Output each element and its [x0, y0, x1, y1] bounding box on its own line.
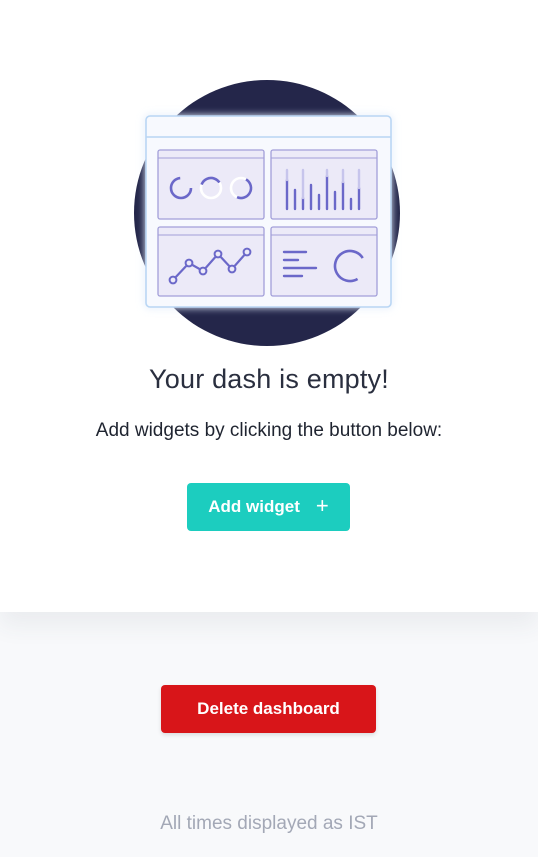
- bar-chart-widget-icon: [270, 149, 378, 220]
- empty-state-title: Your dash is empty!: [149, 364, 389, 394]
- empty-dashboard-card: Your dash is empty! Add widgets by click…: [0, 0, 538, 612]
- list-gauge-widget-icon: [270, 226, 378, 297]
- donut-widget-icon: [157, 149, 265, 220]
- delete-dashboard-button[interactable]: Delete dashboard: [161, 685, 376, 733]
- delete-dashboard-label: Delete dashboard: [197, 699, 340, 718]
- plus-icon: +: [315, 493, 329, 518]
- dashboard-widgets-illustration: [134, 80, 400, 346]
- add-widget-button[interactable]: Add widget +: [187, 483, 350, 531]
- timezone-note: All times displayed as IST: [160, 813, 378, 834]
- line-chart-widget-icon: [157, 226, 265, 297]
- add-widget-label: Add widget: [208, 497, 300, 516]
- empty-state-subtitle: Add widgets by clicking the button below…: [95, 420, 443, 441]
